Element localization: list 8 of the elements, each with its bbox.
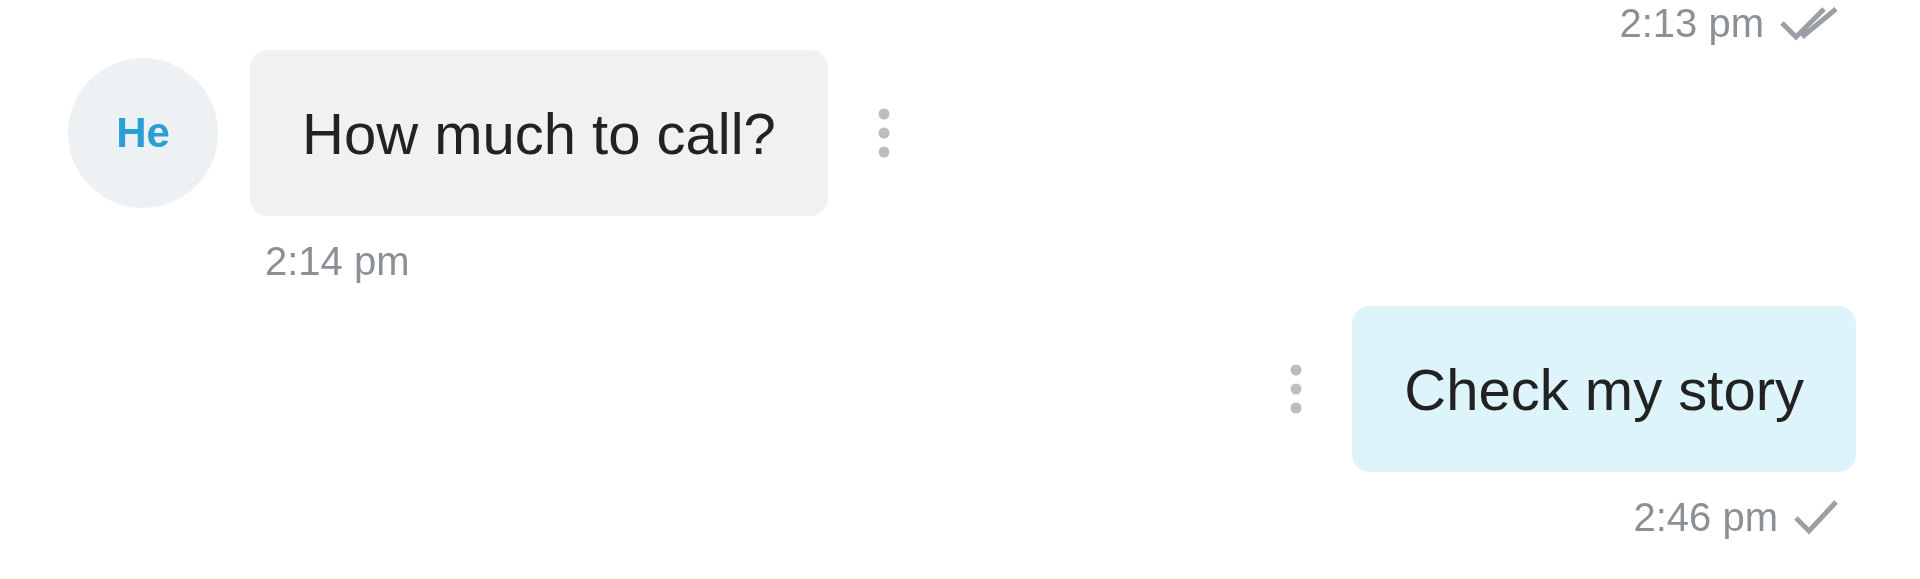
avatar[interactable]: He xyxy=(68,58,218,208)
message-time: 2:14 pm xyxy=(265,238,410,284)
message-bubble: Check my story xyxy=(1352,306,1856,472)
message-time: 2:46 pm xyxy=(1633,494,1778,540)
message-bubble: How much to call? xyxy=(250,50,828,216)
more-options-icon[interactable] xyxy=(1290,364,1303,414)
message-time: 2:13 pm xyxy=(1619,0,1764,46)
more-options-icon[interactable] xyxy=(877,108,890,158)
